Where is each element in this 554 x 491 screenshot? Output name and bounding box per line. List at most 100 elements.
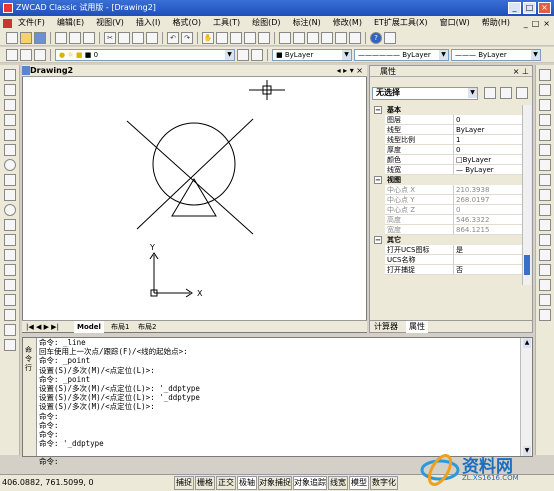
menu-format[interactable]: 格式(O) bbox=[166, 16, 207, 30]
property-value[interactable]: □ByLayer bbox=[453, 155, 524, 165]
collapse-icon[interactable]: − bbox=[374, 176, 382, 184]
stretch-icon[interactable] bbox=[539, 189, 551, 201]
quick-select-icon[interactable] bbox=[516, 87, 528, 99]
lengthen-icon[interactable] bbox=[539, 204, 551, 216]
gradient-icon[interactable] bbox=[4, 294, 16, 306]
command-scrollbar[interactable]: ▲ ▼ bbox=[520, 338, 532, 456]
menu-insert[interactable]: 插入(I) bbox=[130, 16, 167, 30]
layer-previous-icon[interactable] bbox=[20, 48, 32, 61]
line-icon[interactable] bbox=[4, 69, 16, 81]
command-window[interactable]: 命令行 命令: _line 回车使用上一次点/跟踪(F)/<线的起始点>: 命令: … bbox=[22, 337, 533, 466]
tab-properties[interactable]: 属性 bbox=[406, 321, 428, 333]
drawing-window[interactable]: Y X bbox=[22, 65, 367, 333]
status-toggle-button[interactable]: 正交 bbox=[216, 476, 236, 490]
drawing-canvas[interactable]: Y X bbox=[23, 66, 366, 332]
status-toggle-button[interactable]: 捕捉 bbox=[174, 476, 194, 490]
pan-icon[interactable]: ✋ bbox=[202, 31, 214, 44]
property-row[interactable]: 线宽 — ByLayer bbox=[372, 165, 524, 175]
polygon-icon[interactable] bbox=[4, 114, 16, 126]
property-value[interactable]: 是 bbox=[453, 245, 524, 255]
markup-icon[interactable] bbox=[335, 31, 347, 44]
property-value[interactable]: 0 bbox=[453, 145, 524, 155]
hatch-icon[interactable] bbox=[4, 279, 16, 291]
layout-nav-buttons[interactable]: |◀ ◀ ▶ ▶| bbox=[26, 321, 59, 333]
rotate-icon[interactable] bbox=[539, 159, 551, 171]
menu-et-tools[interactable]: ET扩展工具(X) bbox=[368, 16, 434, 30]
publish-icon[interactable] bbox=[83, 31, 95, 44]
select-objects-icon[interactable] bbox=[500, 87, 512, 99]
toggle-pickadd-icon[interactable] bbox=[484, 87, 496, 99]
color-dropdown[interactable]: ■ ByLayer ▼ bbox=[272, 48, 352, 61]
status-toggle-button[interactable]: 对象捕捉 bbox=[258, 476, 292, 490]
menu-window[interactable]: 窗口(W) bbox=[434, 16, 476, 30]
property-value[interactable]: 864.1215 bbox=[453, 225, 524, 235]
table-icon[interactable] bbox=[4, 324, 16, 336]
break-icon[interactable] bbox=[539, 249, 551, 261]
rectangle-icon[interactable] bbox=[4, 129, 16, 141]
ellipse-arc-icon[interactable] bbox=[4, 219, 16, 231]
menu-tools[interactable]: 工具(T) bbox=[207, 16, 246, 30]
property-row[interactable]: 中心点 Z0 bbox=[372, 205, 524, 215]
property-value[interactable] bbox=[453, 255, 524, 265]
property-category[interactable]: − 其它 bbox=[372, 235, 524, 245]
status-toggle-button[interactable]: 模型 bbox=[349, 476, 369, 490]
properties-icon[interactable] bbox=[279, 31, 291, 44]
multiline-text-icon[interactable] bbox=[4, 339, 16, 351]
property-value[interactable]: — ByLayer bbox=[453, 165, 524, 175]
layer-manager-icon[interactable] bbox=[6, 48, 18, 61]
drawing-tab-controls[interactable]: ◂ ▸ ▾ × bbox=[337, 65, 363, 77]
mdi-minimize-button[interactable]: _ bbox=[524, 19, 528, 28]
property-value[interactable]: 否 bbox=[453, 265, 524, 275]
property-category[interactable]: − 视图 bbox=[372, 175, 524, 185]
more-icon[interactable] bbox=[384, 31, 396, 44]
status-toggle-button[interactable]: 数字化 bbox=[370, 476, 398, 490]
mdi-restore-button[interactable]: □ bbox=[532, 19, 540, 28]
scrollbar-thumb[interactable] bbox=[524, 255, 530, 275]
property-row[interactable]: 中心点 Y 268.0197 bbox=[372, 195, 524, 205]
move-icon[interactable] bbox=[539, 144, 551, 156]
layer-match-icon[interactable] bbox=[251, 48, 263, 61]
tool-palette-icon[interactable] bbox=[307, 31, 319, 44]
extend-icon[interactable] bbox=[539, 234, 551, 246]
explode-icon[interactable] bbox=[539, 309, 551, 321]
make-block-icon[interactable] bbox=[4, 249, 16, 261]
coordinate-readout[interactable]: 406.0882, 761.5099, 0 bbox=[2, 475, 94, 491]
collapse-icon[interactable]: − bbox=[374, 106, 382, 114]
property-row[interactable]: 厚度 0 bbox=[372, 145, 524, 155]
mdi-close-button[interactable]: × bbox=[543, 19, 550, 28]
insert-block-icon[interactable] bbox=[4, 234, 16, 246]
print-preview-icon[interactable] bbox=[69, 31, 81, 44]
sheet-set-icon[interactable] bbox=[321, 31, 333, 44]
tab-model[interactable]: Model bbox=[74, 321, 104, 333]
join-icon[interactable] bbox=[539, 264, 551, 276]
property-value[interactable]: 210.3938 bbox=[453, 185, 524, 195]
circle-icon[interactable] bbox=[4, 159, 16, 171]
property-row[interactable]: 打开UCS图标是 bbox=[372, 245, 524, 255]
calculator-icon[interactable] bbox=[349, 31, 361, 44]
erase-icon[interactable] bbox=[539, 69, 551, 81]
construction-line-icon[interactable] bbox=[4, 84, 16, 96]
property-row[interactable]: 颜色 □ByLayer bbox=[372, 155, 524, 165]
copy-object-icon[interactable] bbox=[539, 84, 551, 96]
copy-icon[interactable] bbox=[118, 31, 130, 44]
property-category[interactable]: − 基本 bbox=[372, 105, 524, 115]
status-toggle-button[interactable]: 栅格 bbox=[195, 476, 215, 490]
tab-layout1[interactable]: 布局1 bbox=[108, 321, 132, 333]
selection-dropdown[interactable]: 无选择 ▼ bbox=[372, 87, 478, 100]
array-icon[interactable] bbox=[539, 129, 551, 141]
drawing-tab-title[interactable]: Drawing2 bbox=[30, 65, 73, 77]
trim-icon[interactable] bbox=[539, 219, 551, 231]
property-value[interactable]: 0 bbox=[453, 115, 524, 125]
property-row[interactable]: 宽度 864.1215 bbox=[372, 225, 524, 235]
menu-modify[interactable]: 修改(M) bbox=[327, 16, 368, 30]
app-icon[interactable] bbox=[3, 3, 13, 13]
redo-icon[interactable]: ↷ bbox=[181, 31, 193, 44]
status-toggle-button[interactable]: 极轴 bbox=[237, 476, 257, 490]
status-toggle-button[interactable]: 线宽 bbox=[328, 476, 348, 490]
print-icon[interactable] bbox=[55, 31, 67, 44]
layer-dropdown[interactable]: ● ☼ ■ ■ 0 ▼ bbox=[55, 48, 235, 61]
mirror-icon[interactable] bbox=[539, 99, 551, 111]
property-value[interactable]: 1 bbox=[453, 135, 524, 145]
polyline-icon[interactable] bbox=[4, 99, 16, 111]
zoom-realtime-icon[interactable] bbox=[216, 31, 228, 44]
